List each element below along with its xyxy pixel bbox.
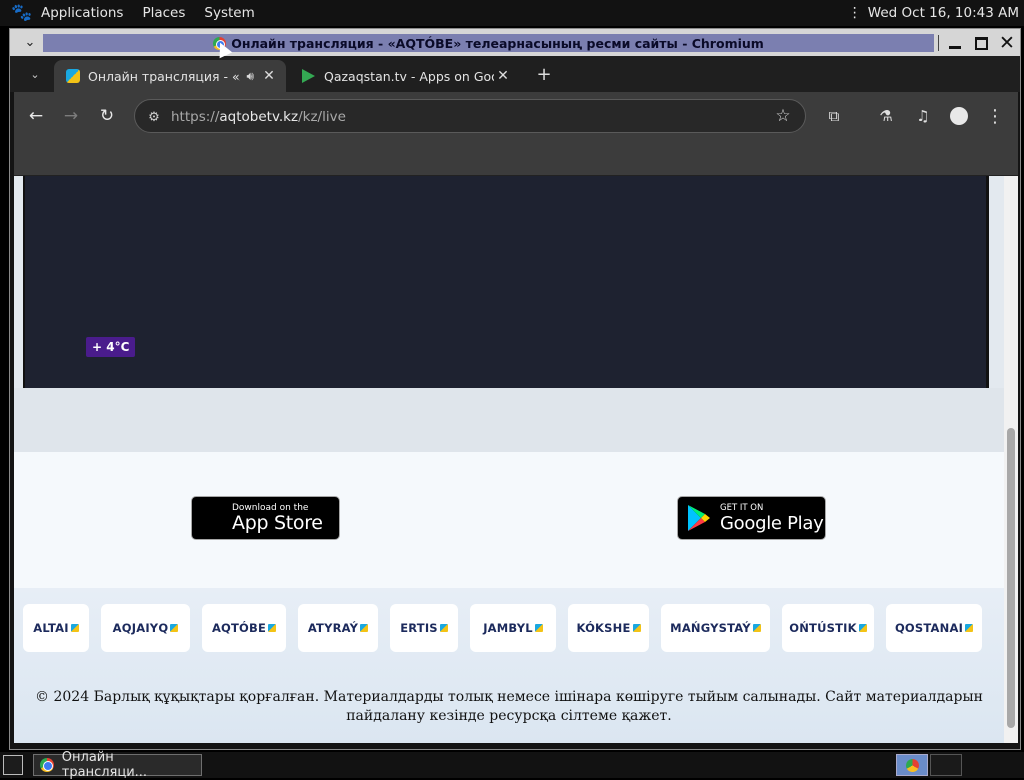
menu-system[interactable]: System <box>196 5 262 21</box>
tab-aqtobe-live[interactable]: Онлайн трансляция - «AQTÓBE» телеарнасын… <box>54 60 286 92</box>
url-scheme: https:// <box>171 109 220 125</box>
info-bar <box>14 140 1018 176</box>
channel-logo-icon <box>268 624 277 632</box>
media-control-icon[interactable]: ♫ <box>911 104 935 128</box>
url-host: aqtobetv.kz <box>219 109 299 125</box>
google-play-icon <box>688 505 710 531</box>
chromium-icon <box>40 758 54 772</box>
channel-logo-icon <box>858 624 867 632</box>
close-tab-icon[interactable]: ✕ <box>494 68 512 84</box>
workspace-1-button[interactable] <box>896 754 928 776</box>
channel-link-atyray[interactable]: ATYRAÝ <box>298 604 378 652</box>
channel-logo-icon <box>439 624 448 632</box>
google-play-favicon-icon <box>302 69 316 83</box>
menu-applications[interactable]: Applications <box>33 5 131 21</box>
channel-logo-icon <box>965 624 974 632</box>
browser-window: ⌄ Онлайн трансляция - «AQTÓBE» телеарнас… <box>9 28 1021 750</box>
tab-qazaqstan-play[interactable]: Qazaqstan.tv - Apps on Google Play ✕ <box>290 60 520 92</box>
taskbar-window-label: Онлайн трансляци... <box>61 750 148 780</box>
google-play-big-text: Google Play <box>720 512 824 534</box>
kebab-icon[interactable]: ⋮ <box>983 104 1007 128</box>
channel-logo-icon <box>70 624 79 632</box>
channel-link-mangystau[interactable]: MAŃGYSTAÝ <box>661 604 770 652</box>
tune-icon[interactable]: ⚙︎ <box>145 108 163 126</box>
tab-strip: ⌄ Онлайн трансляция - «AQTÓBE» телеарнас… <box>10 56 1020 92</box>
channel-link-altai[interactable]: ALTAI <box>23 604 89 652</box>
channel-logo-icon <box>360 624 369 632</box>
url-text[interactable]: https://aqtobetv.kz/kz/live <box>171 109 346 125</box>
audio-playing-icon[interactable]: 🔊︎ <box>246 69 254 84</box>
flask-icon[interactable]: ⚗︎ <box>874 104 898 128</box>
channel-link-aqjaiyq[interactable]: AQJAIYQ <box>101 604 190 652</box>
arrow-right-icon[interactable]: → <box>59 104 83 128</box>
close-window-button[interactable]: ✕ <box>996 32 1018 54</box>
scrollbar-thumb[interactable] <box>1007 428 1015 728</box>
gnome-foot-icon[interactable]: 🐾 <box>11 2 33 24</box>
new-tab-plus-icon[interactable]: + <box>534 64 554 85</box>
arrow-left-icon[interactable]: ← <box>24 104 48 128</box>
google-play-button[interactable]: GET IT ON Google Play <box>677 496 826 540</box>
toolbar: ← → ↻ ⚙︎ https://aqtobetv.kz/kz/live ☆ ⧉… <box>14 92 1018 140</box>
channel-logo-icon <box>534 624 543 632</box>
title-separator <box>938 35 939 51</box>
clock[interactable]: Wed Oct 16, 10:43 AM <box>868 5 1019 21</box>
channel-link-jambyl[interactable]: JAMBYL <box>470 604 556 652</box>
chromium-icon <box>905 758 919 772</box>
panel-kebab-icon[interactable]: ⋮ <box>848 5 862 21</box>
top-panel: 🐾 Applications Places System ⋮ Wed Oct 1… <box>0 0 1024 26</box>
reload-icon[interactable]: ↻ <box>95 104 119 128</box>
channel-logo-icon <box>170 624 179 632</box>
star-icon[interactable]: ☆ <box>773 106 793 126</box>
maximize-button[interactable] <box>970 32 992 54</box>
menu-places[interactable]: Places <box>134 5 193 21</box>
channel-logo-icon <box>752 624 761 632</box>
temperature-badge: + 4°C <box>86 337 136 357</box>
live-video-player[interactable]: + 4°C <box>23 176 989 388</box>
app-store-big-text: App Store <box>232 511 323 534</box>
channel-link-qostanai[interactable]: QOSTANAI <box>886 604 982 652</box>
show-desktop-button[interactable] <box>3 755 23 775</box>
page-viewport: + 4°C Download on the App Store GET IT O… <box>14 176 1018 743</box>
window-menu-chevron-icon[interactable]: ⌄ <box>20 33 40 51</box>
minimize-button[interactable] <box>944 32 966 54</box>
aqtobe-favicon-icon <box>66 69 80 83</box>
channel-link-ertis[interactable]: ERTIS <box>390 604 458 652</box>
url-path: /kz/live <box>298 109 346 125</box>
footer: ALTAI AQJAIYQ AQTÓBE ATYRAÝ ERTIS JAMBYL… <box>14 588 1004 743</box>
google-play-small-text: GET IT ON <box>720 502 764 513</box>
workspace-2-button[interactable] <box>930 754 962 776</box>
spacer-band <box>14 388 1004 452</box>
tab-search-chevron-icon[interactable]: ⌄ <box>24 63 46 85</box>
app-store-small-text: Download on the <box>232 502 309 513</box>
app-store-button[interactable]: Download on the App Store <box>191 496 340 540</box>
window-title-text: Онлайн трансляция - «AQTÓBE» телеарнасын… <box>231 35 764 51</box>
bottom-taskbar: Онлайн трансляци... <box>0 750 1024 780</box>
channel-logo-icon <box>632 624 641 632</box>
puzzle-icon[interactable]: ⧉ <box>822 104 846 128</box>
channel-link-kokshe[interactable]: KÓKSHE <box>568 604 649 652</box>
address-bar[interactable]: ⚙︎ https://aqtobetv.kz/kz/live ☆ <box>134 99 806 133</box>
app-download-section: Download on the App Store GET IT ON Goog… <box>14 452 1004 588</box>
close-tab-icon[interactable]: ✕ <box>260 68 278 84</box>
copyright-text: © 2024 Барлық құқықтары қорғалған. Матер… <box>35 689 983 724</box>
title-bar[interactable]: ⌄ Онлайн трансляция - «AQTÓBE» телеарнас… <box>10 29 1020 56</box>
taskbar-window-button[interactable]: Онлайн трансляци... <box>33 750 202 780</box>
person-icon[interactable] <box>947 104 971 128</box>
channel-link-ontustik[interactable]: OŃTÚSTIK <box>782 604 874 652</box>
channel-link-aqtobe[interactable]: AQTÓBE <box>202 604 286 652</box>
page-scrollbar[interactable] <box>1004 176 1018 743</box>
tab-label: Qazaqstan.tv - Apps on Google Play <box>324 68 494 84</box>
tab-label: Онлайн трансляция - «AQTÓBE» телеарнасын… <box>88 68 240 84</box>
window-title: Онлайн трансляция - «AQTÓBE» телеарнасын… <box>43 34 934 52</box>
